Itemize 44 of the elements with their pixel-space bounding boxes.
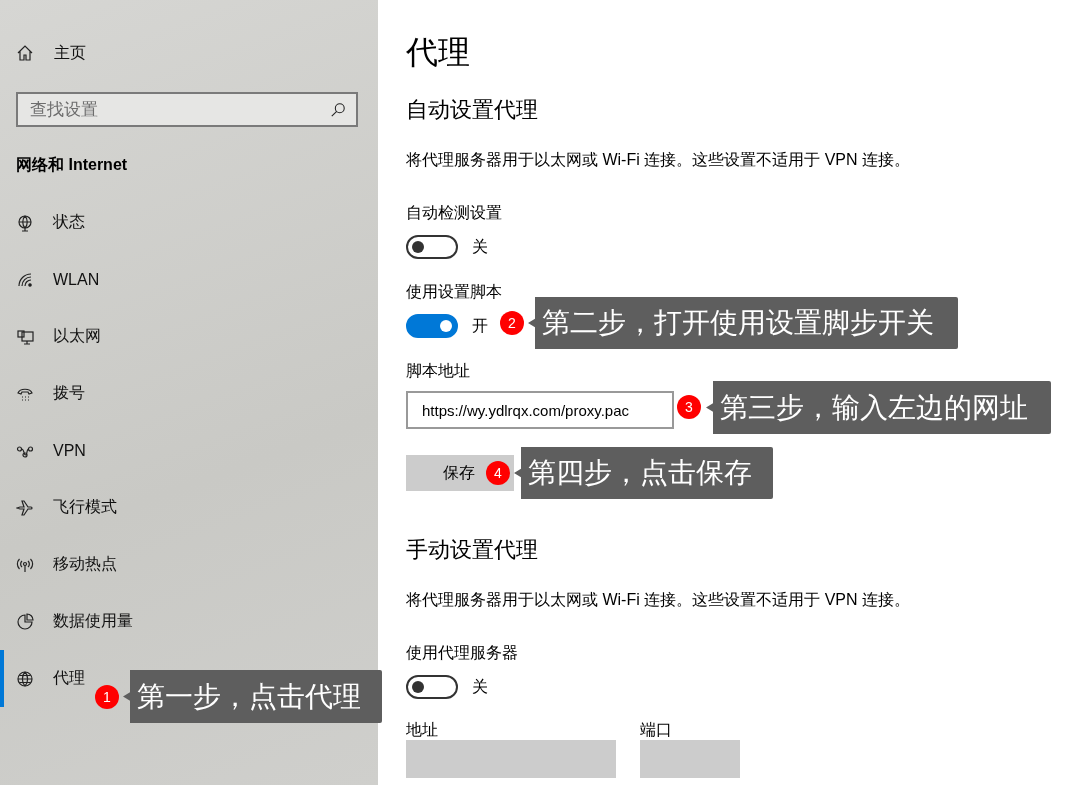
callout-label: 第一步，点击代理: [123, 670, 382, 723]
callout-label: 第三步，输入左边的网址: [706, 381, 1051, 434]
field-label: 端口: [640, 720, 673, 740]
sidebar-item[interactable]: 数据使用量: [0, 593, 139, 650]
home-icon[interactable]: [16, 44, 34, 62]
page-title: 代理: [406, 33, 471, 72]
setting-label: 使用代理服务器: [406, 644, 518, 661]
sidebar-item[interactable]: 拨号: [0, 365, 91, 422]
toggle-switch[interactable]: [406, 314, 458, 338]
field-label: 脚本地址: [406, 362, 470, 379]
field-label: 地址: [406, 720, 439, 740]
pie-chart-icon: [16, 612, 34, 631]
callout-label: 第二步，打开使用设置脚步开关: [528, 297, 958, 349]
sidebar-item[interactable]: 以太网: [0, 308, 107, 365]
section-description: 将代理服务器用于以太网或 Wi-Fi 连接。这些设置不适用于 VPN 连接。: [406, 150, 911, 170]
sidebar-item[interactable]: VPN: [0, 422, 92, 479]
airplane-icon: [16, 498, 34, 517]
sidebar-item[interactable]: 移动热点: [0, 536, 123, 593]
sidebar-item[interactable]: 代理: [0, 650, 91, 707]
url-input-field[interactable]: https://wy.ydlrqx.com/proxy.pac: [406, 391, 674, 429]
ethernet-icon: [16, 327, 34, 346]
toggle-state: 关: [472, 676, 488, 697]
sidebar-item[interactable]: WLAN: [0, 251, 106, 308]
toggle-state: 开: [472, 315, 488, 336]
search-icon[interactable]: [330, 102, 346, 118]
section-heading: 手动设置代理: [406, 536, 539, 564]
input-field[interactable]: [406, 740, 616, 778]
setting-label: 使用设置脚本: [406, 283, 502, 300]
toggle-switch[interactable]: [406, 675, 458, 699]
sidebar-item[interactable]: 飞行模式: [0, 479, 123, 536]
callout-label: 第四步，点击保存: [514, 447, 773, 499]
toggle-state: 关: [472, 236, 488, 257]
input-field[interactable]: [640, 740, 740, 778]
globe-monitor-icon: [16, 213, 34, 232]
section-title: 网络和 Internet: [16, 155, 129, 175]
home-link[interactable]: 主页: [54, 42, 86, 64]
wifi-icon: [16, 270, 34, 289]
section-heading: 自动设置代理: [406, 96, 539, 124]
setting-label: 自动检测设置: [406, 204, 502, 221]
toggle-switch[interactable]: [406, 235, 458, 259]
section-description: 将代理服务器用于以太网或 Wi-Fi 连接。这些设置不适用于 VPN 连接。: [406, 590, 911, 610]
search-field[interactable]: 查找设置: [16, 92, 358, 127]
globe-icon: [16, 669, 34, 688]
sidebar-item[interactable]: 状态: [0, 194, 91, 251]
